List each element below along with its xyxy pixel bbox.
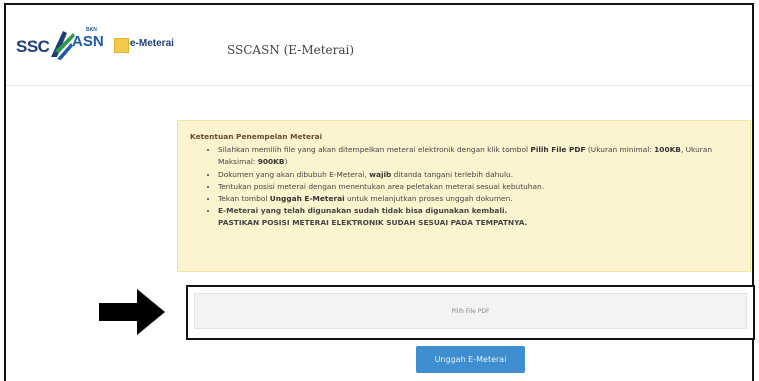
notice-item-position: Tentukan posisi meterai dengan menentuka… [218, 181, 738, 193]
notice-list: Silahkan memilih file yang akan ditempel… [190, 144, 738, 229]
notice-item-select-file: Silahkan memilih file yang akan ditempel… [218, 144, 738, 168]
ssc-logo-text: SSC [16, 37, 50, 56]
page-title: SSCASN (E-Meterai) [227, 43, 355, 57]
emeterai-logo-icon [114, 38, 129, 53]
app-header: SSC ASN BKN e-Meterai SSCASN (E-Meterai) [6, 5, 752, 86]
notice-item-warning: E-Meterai yang telah digunakan sudah tid… [218, 205, 738, 229]
arrow-right-icon [99, 289, 165, 335]
asn-logo-text: ASN BKN [72, 27, 104, 50]
emeterai-logo-text: e-Meterai [130, 38, 174, 49]
notice-item-signature: Dokumen yang akan dibubuh E-Meterai, waj… [218, 169, 738, 181]
notice-title: Ketentuan Penempelan Meterai [190, 132, 323, 141]
upload-emeterai-button[interactable]: Unggah E-Meterai [416, 346, 525, 373]
choose-pdf-file-button[interactable]: Pilih File PDF [194, 293, 747, 329]
notice-panel: Ketentuan Penempelan Meterai Silahkan me… [177, 120, 751, 272]
bkn-logo-sup: BKN [86, 27, 97, 33]
notice-item-upload: Tekan tombol Unggah E-Meterai untuk mela… [218, 193, 738, 205]
file-select-highlight: Pilih File PDF [186, 285, 755, 340]
